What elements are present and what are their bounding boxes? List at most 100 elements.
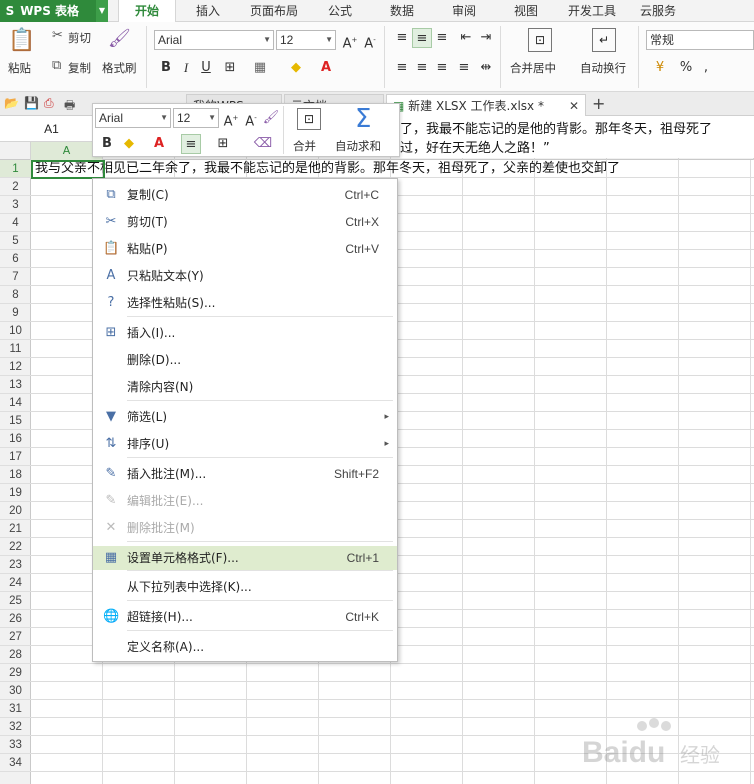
row-header[interactable]: 8 [0,286,31,304]
context-menu-item[interactable]: ? 选择性粘贴(S)... [93,291,397,315]
context-menu-item[interactable]: 定义名称(A)... [93,635,397,659]
indent-decrease-icon[interactable]: ⇤ [456,28,476,48]
context-menu-item[interactable]: ⇅ 排序(U) ▸ [93,432,397,456]
justify-icon[interactable]: ≡ [454,58,474,78]
row-header[interactable]: 6 [0,250,31,268]
tab-review[interactable]: 审阅 [438,0,490,22]
border-icon[interactable]: ⊞ [220,58,240,78]
align-left-icon[interactable]: ≡ [392,58,412,78]
row-header[interactable]: 15 [0,412,31,430]
formula-content[interactable]: 了，我最不能忘记的是他的背影。那年冬天，祖母死了 过，好在天无绝人之路！” [400,120,754,158]
pdf-icon[interactable]: ⎙ [44,96,54,111]
font-select[interactable]: Arial ▼ [154,30,274,50]
paste-icon[interactable]: 📋 [8,28,36,56]
print-icon[interactable]: 🖶 [64,96,75,117]
context-menu-item[interactable]: ✎ 插入批注(M)... Shift+F2 [93,462,397,486]
row-header[interactable]: 3 [0,196,31,214]
align-middle-icon[interactable]: ≡ [412,28,432,48]
align-right-icon[interactable]: ≡ [432,58,452,78]
active-cell-a1[interactable] [31,160,105,179]
font-size-select[interactable]: 12 ▼ [276,30,336,50]
context-menu-item[interactable]: ✎ 编辑批注(E)... [93,489,397,513]
context-menu-item[interactable]: 从下拉列表中选择(K)... [93,575,397,599]
underline-button[interactable]: U [196,58,216,78]
row-header[interactable]: 28 [0,646,31,664]
tab-insert[interactable]: 插入 [182,0,234,22]
sum-icon[interactable]: Σ [355,104,371,134]
row-header[interactable]: 27 [0,628,31,646]
comma-style-icon[interactable]: , [696,58,716,78]
doc-tab-workbook[interactable]: ▦ 新建 XLSX 工作表.xlsx * ✕ [386,94,586,116]
align-top-icon[interactable]: ≡ [392,28,412,48]
merge-center-button[interactable]: 合并居中 [510,60,556,76]
row-header[interactable]: 10 [0,322,31,340]
number-format-select[interactable]: 常规 [646,30,754,50]
row-header[interactable]: 25 [0,592,31,610]
context-menu-item[interactable]: ▼ 筛选(L) ▸ [93,405,397,429]
mini-merge-button[interactable]: 合并 [293,138,316,154]
name-box[interactable]: A1 [0,119,104,139]
currency-icon[interactable]: ¥ [650,58,670,78]
save-icon[interactable]: 💾 [24,96,39,110]
align-center-icon[interactable]: ≡ [412,58,432,78]
context-menu-item[interactable]: 删除(D)... [93,348,397,372]
select-all-corner[interactable] [0,142,31,160]
format-painter-icon[interactable]: 🖌 [261,108,281,128]
tab-page-layout[interactable]: 页面布局 [242,0,306,22]
format-painter-button[interactable]: 格式刷 [102,60,137,76]
row-header[interactable]: 21 [0,520,31,538]
italic-button[interactable]: I [176,58,196,78]
new-tab-button[interactable]: + [592,94,605,113]
cut-icon[interactable]: ✂ [52,28,63,43]
percent-button[interactable]: % [676,58,696,78]
mini-bold-button[interactable]: B [97,134,117,154]
wrap-text-button[interactable]: 自动换行 [580,60,626,76]
close-icon[interactable]: ✕ [569,95,579,117]
row-header[interactable]: 12 [0,358,31,376]
cut-button[interactable]: 剪切 [68,30,91,46]
row-header[interactable]: 30 [0,682,31,700]
tab-developer[interactable]: 开发工具 [560,0,624,22]
row-header[interactable]: 1 [0,160,31,178]
wrap-text-icon[interactable]: ↵ [592,28,616,52]
context-menu-item[interactable]: 🌐 超链接(H)... Ctrl+K [93,605,397,629]
app-menu-button[interactable]: S WPS 表格 ▼ [0,0,108,22]
row-header[interactable]: 7 [0,268,31,286]
mini-font-select[interactable]: Arial ▼ [95,108,171,128]
tab-formulas[interactable]: 公式 [314,0,366,22]
mini-autosum-button[interactable]: 自动求和 [335,138,381,154]
fill-color-icon[interactable]: ◆ [286,58,306,78]
row-header[interactable]: 17 [0,448,31,466]
row-header[interactable]: 29 [0,664,31,682]
context-menu-item[interactable]: ▦ 设置单元格格式(F)... Ctrl+1 [93,546,397,570]
tab-home[interactable]: 开始 [118,0,176,22]
context-menu-item[interactable]: A 只粘贴文本(Y) [93,264,397,288]
row-header[interactable]: 20 [0,502,31,520]
row-header[interactable]: 13 [0,376,31,394]
tab-data[interactable]: 数据 [376,0,428,22]
border-icon[interactable]: ⊞ [213,134,233,154]
tab-view[interactable]: 视图 [500,0,552,22]
context-menu-item[interactable]: 清除内容(N) [93,375,397,399]
merge-center-icon[interactable]: ⊡ [528,28,552,52]
context-menu-item[interactable]: 📋 粘贴(P) Ctrl+V [93,237,397,261]
context-menu-item[interactable]: ⧉ 复制(C) Ctrl+C [93,183,397,207]
font-color-icon[interactable]: A [149,134,169,154]
decrease-font-icon[interactable]: A- [241,108,261,129]
fill-color-icon[interactable]: ◆ [119,134,139,154]
row-header[interactable]: 32 [0,718,31,736]
eraser-icon[interactable]: ⌫ [253,134,273,154]
row-header[interactable]: 9 [0,304,31,322]
increase-font-icon[interactable]: A+ [221,108,241,129]
row-header[interactable]: 19 [0,484,31,502]
mini-size-select[interactable]: 12 ▼ [173,108,219,128]
row-header[interactable]: 33 [0,736,31,754]
row-header[interactable]: 5 [0,232,31,250]
context-menu-item[interactable]: ⊞ 插入(I)... [93,321,397,345]
decrease-font-icon[interactable]: A- [360,30,380,51]
row-header[interactable]: 4 [0,214,31,232]
align-bottom-icon[interactable]: ≡ [432,28,452,48]
format-painter-icon[interactable]: 🖌 [108,28,131,49]
row-header[interactable]: 24 [0,574,31,592]
context-menu-item[interactable]: ✕ 删除批注(M) [93,516,397,540]
